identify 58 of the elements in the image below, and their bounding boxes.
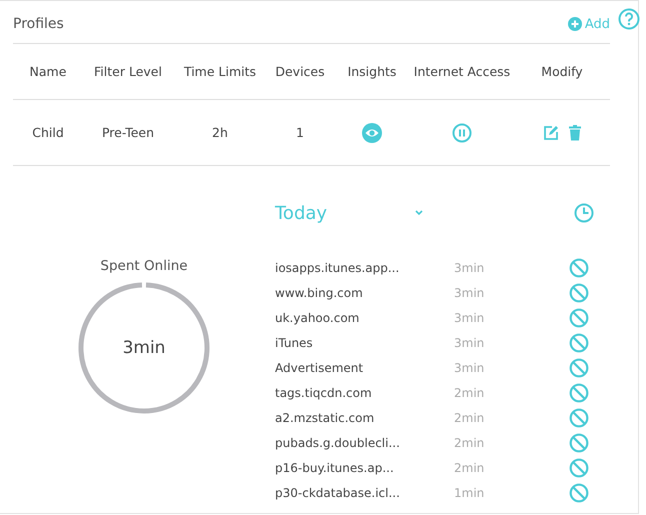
- block-icon[interactable]: [569, 308, 589, 328]
- spent-online-label: Spent Online: [100, 258, 188, 274]
- site-time: 2min: [454, 460, 486, 474]
- column-header: Insights: [346, 64, 398, 79]
- block-icon[interactable]: [569, 408, 589, 428]
- pause-icon: [452, 122, 472, 142]
- site-name: uk.yahoo.com: [275, 310, 360, 324]
- block-icon[interactable]: [569, 358, 589, 378]
- site-time: 2min: [454, 386, 486, 400]
- trash-icon: [569, 124, 581, 140]
- column-header: Modify: [540, 64, 584, 79]
- table-cell-text: Child: [31, 125, 65, 140]
- site-time: 3min: [454, 360, 486, 374]
- table-cell-text: 2h: [211, 125, 229, 140]
- plus-icon: [568, 17, 582, 31]
- column-header: Internet Access: [412, 64, 512, 79]
- column-header: Time Limits: [182, 64, 258, 79]
- site-name: p16-buy.itunes.ap...: [275, 460, 395, 474]
- site-time: 3min: [454, 286, 486, 300]
- table-cell-text: Pre-Teen: [100, 125, 156, 140]
- add-button[interactable]: Add: [568, 16, 610, 32]
- site-name: iTunes: [275, 336, 314, 350]
- block-icon[interactable]: [569, 258, 589, 278]
- table-cell-text: 1: [295, 125, 305, 140]
- clock-icon[interactable]: [574, 203, 594, 223]
- edit-icon: [543, 124, 559, 140]
- delete-button[interactable]: [569, 124, 581, 140]
- section-title: Profiles: [13, 16, 64, 32]
- site-time: 3min: [454, 310, 486, 324]
- caret-icon: [415, 210, 423, 216]
- spent-online-value: 3min: [122, 338, 166, 358]
- block-icon[interactable]: [569, 458, 589, 478]
- column-header: Devices: [274, 64, 326, 79]
- site-name: iosapps.itunes.app...: [275, 260, 400, 274]
- block-icon[interactable]: [569, 482, 589, 502]
- site-time: 2min: [454, 410, 486, 424]
- site-name: p30-ckdatabase.icl...: [275, 486, 401, 500]
- edit-button[interactable]: [543, 124, 559, 140]
- site-time: 3min: [454, 336, 486, 350]
- site-name: Advertisement: [275, 360, 364, 374]
- column-header: Filter Level: [93, 64, 163, 79]
- site-name: a2.mzstatic.com: [275, 410, 376, 424]
- site-name: www.bing.com: [275, 286, 364, 300]
- help-icon[interactable]: [618, 8, 640, 30]
- site-time: 1min: [454, 486, 486, 500]
- insights-button[interactable]: [362, 122, 382, 142]
- period-dropdown[interactable]: Today: [275, 202, 423, 224]
- pause-button[interactable]: [452, 122, 472, 142]
- site-time: 2min: [454, 436, 486, 450]
- site-time: 3min: [454, 260, 486, 274]
- site-name: tags.tiqcdn.com: [275, 386, 373, 400]
- site-name: pubads.g.doublecli...: [275, 436, 401, 450]
- eye-icon: [362, 122, 382, 142]
- block-icon[interactable]: [569, 432, 589, 452]
- block-icon[interactable]: [569, 332, 589, 352]
- column-header: Name: [28, 64, 68, 79]
- block-icon[interactable]: [569, 382, 589, 402]
- block-icon[interactable]: [569, 282, 589, 302]
